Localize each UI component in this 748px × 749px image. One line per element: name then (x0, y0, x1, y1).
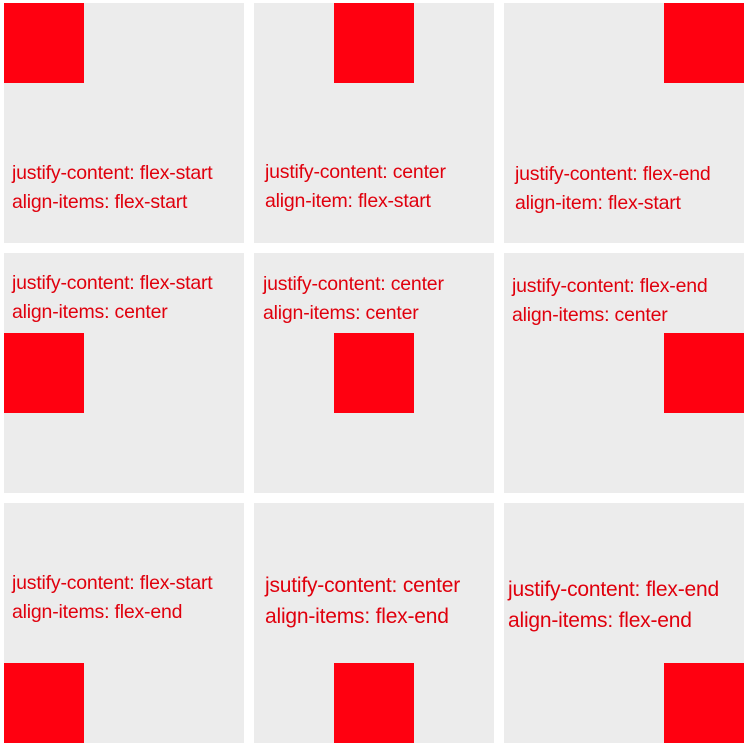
cell-label: justify-content: flex-end align-items: f… (508, 574, 719, 636)
align-items-label: align-items: flex-end (508, 609, 692, 632)
cell-label: justify-content: center align-items: cen… (263, 270, 444, 328)
cell-label: jsutify-content: center align-items: fle… (265, 570, 460, 632)
justify-content-label: jsutify-content: center (265, 574, 460, 597)
red-square (334, 3, 414, 83)
demo-cell-flex-end-flex-end: justify-content: flex-end align-items: f… (504, 503, 744, 743)
flexbox-demo-grid: justify-content: flex-start align-items:… (4, 3, 744, 743)
align-items-label: align-items: flex-end (12, 601, 183, 623)
align-items-label: align-item: flex-start (515, 192, 681, 214)
demo-cell-center-flex-start: justify-content: center align-item: flex… (254, 3, 494, 243)
align-items-label: align-items: center (512, 304, 668, 326)
demo-cell-flex-start-flex-start: justify-content: flex-start align-items:… (4, 3, 244, 243)
demo-cell-flex-start-center: justify-content: flex-start align-items:… (4, 253, 244, 493)
justify-content-label: justify-content: flex-start (12, 162, 213, 184)
red-square (664, 663, 744, 743)
demo-cell-flex-end-center: justify-content: flex-end align-items: c… (504, 253, 744, 493)
demo-cell-flex-end-flex-start: justify-content: flex-end align-item: fl… (504, 3, 744, 243)
red-square (334, 663, 414, 743)
align-items-label: align-item: flex-start (265, 190, 431, 212)
demo-cell-center-center: justify-content: center align-items: cen… (254, 253, 494, 493)
demo-cell-flex-start-flex-end: justify-content: flex-start align-items:… (4, 503, 244, 743)
cell-label: justify-content: flex-start align-items:… (12, 159, 213, 217)
red-square (4, 333, 84, 413)
cell-label: justify-content: flex-end align-items: c… (512, 272, 708, 330)
justify-content-label: justify-content: flex-end (515, 163, 711, 185)
justify-content-label: justify-content: flex-start (12, 572, 213, 594)
align-items-label: align-items: center (12, 301, 168, 323)
red-square (664, 333, 744, 413)
cell-label: justify-content: flex-end align-item: fl… (515, 160, 711, 218)
demo-cell-center-flex-end: jsutify-content: center align-items: fle… (254, 503, 494, 743)
align-items-label: align-items: flex-start (12, 191, 188, 213)
red-square (4, 663, 84, 743)
justify-content-label: justify-content: flex-start (12, 272, 213, 294)
cell-label: justify-content: flex-start align-items:… (12, 269, 213, 327)
align-items-label: align-items: center (263, 302, 419, 324)
align-items-label: align-items: flex-end (265, 605, 449, 628)
cell-label: justify-content: flex-start align-items:… (12, 569, 213, 627)
justify-content-label: justify-content: center (263, 273, 444, 295)
cell-label: justify-content: center align-item: flex… (265, 158, 446, 216)
justify-content-label: justify-content: flex-end (508, 578, 719, 601)
red-square (664, 3, 744, 83)
red-square (334, 333, 414, 413)
justify-content-label: justify-content: center (265, 161, 446, 183)
justify-content-label: justify-content: flex-end (512, 275, 708, 297)
red-square (4, 3, 84, 83)
